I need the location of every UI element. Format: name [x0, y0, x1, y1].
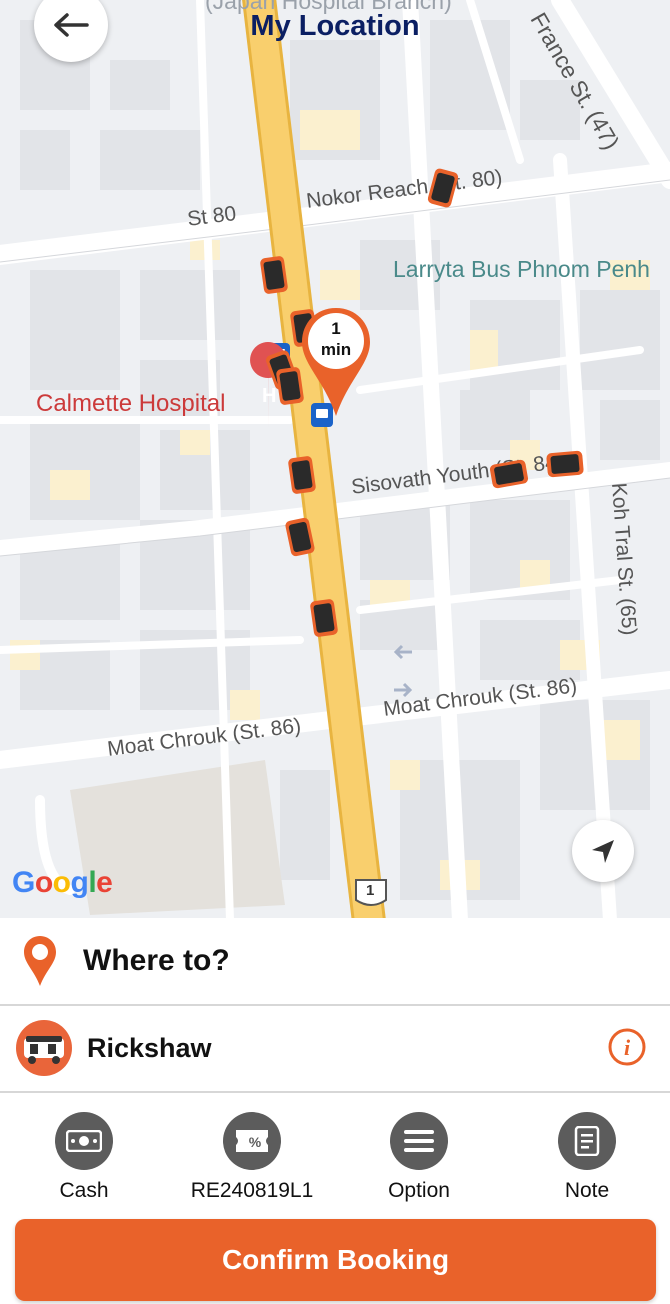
menu-icon: [390, 1112, 448, 1170]
note-label: Note: [564, 1179, 610, 1202]
note-option[interactable]: Note: [507, 1112, 667, 1203]
rickshaw-marker: [546, 450, 584, 478]
where-to-label[interactable]: Where to?: [83, 944, 230, 978]
rickshaw-icon: [24, 1036, 64, 1064]
payment-cash-option[interactable]: Cash: [4, 1112, 164, 1203]
destination-pin-icon: [24, 936, 56, 986]
map-label-calmette: Calmette Hospital: [36, 390, 226, 417]
svg-text:i: i: [624, 1035, 631, 1060]
map-view[interactable]: H (Japan Hospital Branch) St 80 Nokor Re…: [0, 0, 670, 920]
route-shield-label: 1: [366, 882, 375, 899]
promo-code-option[interactable]: % RE240819L1: [172, 1112, 332, 1203]
eta-value: 1: [331, 319, 341, 338]
eta-label: 1 min: [300, 318, 372, 360]
my-location-button[interactable]: [572, 820, 634, 882]
google-logo: Google: [12, 866, 113, 899]
info-icon[interactable]: i: [608, 1028, 646, 1066]
promo-ticket-icon: %: [223, 1112, 281, 1170]
eta-unit: min: [320, 340, 352, 359]
option-menu[interactable]: Option: [339, 1112, 499, 1203]
cash-label: Cash: [59, 1179, 109, 1202]
confirm-booking-button[interactable]: Confirm Booking: [15, 1219, 656, 1301]
rickshaw-avatar: [16, 1020, 72, 1076]
rickshaw-marker: [288, 456, 316, 494]
note-icon: [558, 1112, 616, 1170]
rickshaw-marker: [260, 256, 288, 294]
promo-code-label: RE240819L1: [190, 1179, 314, 1202]
page-title: My Location: [250, 10, 420, 42]
rickshaw-marker: [310, 599, 338, 637]
map-label-larryta: Larryta Bus Phnom Penh: [393, 256, 650, 282]
vehicle-type-label: Rickshaw: [87, 1033, 212, 1063]
option-label: Option: [388, 1179, 450, 1202]
cash-icon: [55, 1112, 113, 1170]
navigation-arrow-icon: [592, 840, 614, 863]
svg-text:%: %: [249, 1134, 262, 1150]
